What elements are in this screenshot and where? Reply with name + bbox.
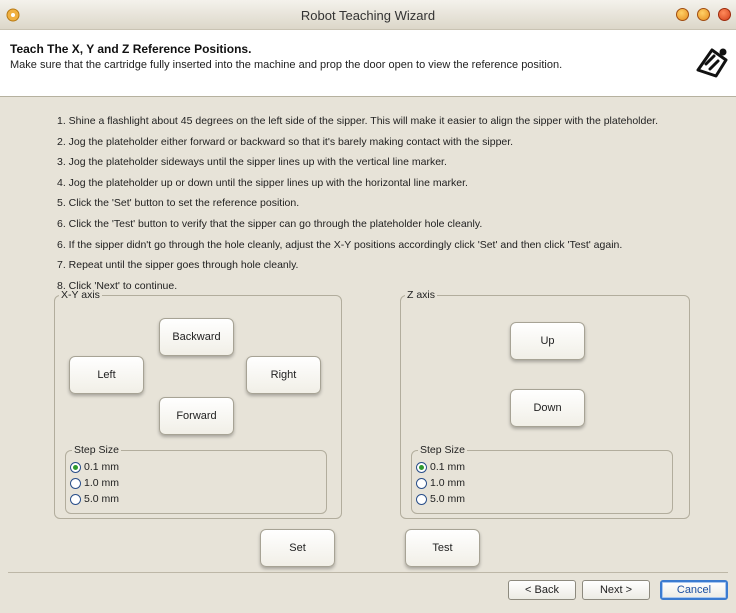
instruction-item: 4. Jog the plateholder up or down until …: [57, 176, 468, 189]
radio-unselected[interactable]: [70, 477, 81, 489]
footer-divider: [8, 572, 728, 573]
xy-step-option-5-0[interactable]: 5.0 mm: [70, 492, 119, 506]
wizard-step-title: Teach The X, Y and Z Reference Positions…: [10, 42, 252, 56]
xy-step-option-1-0[interactable]: 1.0 mm: [70, 476, 119, 490]
radio-label: 5.0 mm: [430, 493, 466, 505]
close-button[interactable]: [718, 8, 731, 21]
wizard-header: Teach The X, Y and Z Reference Positions…: [0, 30, 736, 97]
instruction-list: 1. Shine a flashlight about 45 degrees o…: [57, 113, 658, 298]
radio-label: 1.0 mm: [430, 477, 466, 489]
minimize-button[interactable]: [676, 8, 689, 21]
radio-selected[interactable]: [70, 461, 81, 473]
radio-selected[interactable]: [416, 461, 427, 473]
back-button[interactable]: < Back: [508, 580, 576, 600]
z-step-size-legend: Step Size: [420, 444, 465, 456]
left-button[interactable]: Left: [69, 356, 144, 394]
right-button[interactable]: Right: [246, 356, 321, 394]
cancel-button[interactable]: Cancel: [660, 580, 728, 600]
radio-unselected[interactable]: [416, 477, 427, 489]
z-axis-legend: Z axis: [407, 289, 436, 301]
instruction-item: 3. Jog the plateholder sideways until th…: [57, 156, 447, 169]
title-bar: Robot Teaching Wizard: [0, 0, 736, 30]
z-step-option-5-0[interactable]: 5.0 mm: [416, 492, 465, 506]
radio-label: 0.1 mm: [430, 461, 466, 473]
z-axis-group: Z axis Up Down Step Size 0.1 mm 1.0 mm 5…: [400, 289, 690, 519]
test-button[interactable]: Test: [405, 529, 480, 567]
instruction-item: 1. Shine a flashlight about 45 degrees o…: [57, 115, 659, 127]
forward-button[interactable]: Forward: [159, 397, 234, 435]
radio-label: 5.0 mm: [84, 493, 120, 505]
instruction-item: 2. Jog the plateholder either forward or…: [57, 135, 514, 148]
instruction-item: 6. If the sipper didn't go through the h…: [57, 238, 623, 251]
radio-unselected[interactable]: [70, 493, 81, 505]
cartridge-icon: [696, 48, 728, 78]
window-title: Robot Teaching Wizard: [300, 8, 436, 23]
z-step-option-1-0[interactable]: 1.0 mm: [416, 476, 465, 490]
up-button[interactable]: Up: [510, 322, 585, 360]
next-button[interactable]: Next >: [582, 580, 650, 600]
z-step-option-0-1[interactable]: 0.1 mm: [416, 460, 465, 474]
radio-unselected[interactable]: [416, 493, 427, 505]
instruction-item: 6. Click the 'Test' button to verify tha…: [57, 217, 483, 230]
xy-step-size-legend: Step Size: [74, 444, 119, 456]
xy-step-option-0-1[interactable]: 0.1 mm: [70, 460, 119, 474]
xy-step-size-group: Step Size 0.1 mm 1.0 mm 5.0 mm: [65, 444, 327, 514]
maximize-button[interactable]: [697, 8, 710, 21]
xy-axis-legend: X-Y axis: [61, 289, 100, 301]
z-step-size-group: Step Size 0.1 mm 1.0 mm 5.0 mm: [411, 444, 673, 514]
xy-axis-group: X-Y axis Backward Left Right Forward Ste…: [54, 289, 342, 519]
instruction-item: 7. Repeat until the sipper goes through …: [57, 259, 299, 272]
radio-label: 0.1 mm: [84, 461, 120, 473]
set-button[interactable]: Set: [260, 529, 335, 567]
instruction-item: 5. Click the 'Set' button to set the ref…: [57, 197, 300, 210]
wizard-step-subtitle: Make sure that the cartridge fully inser…: [10, 59, 563, 71]
radio-label: 1.0 mm: [84, 477, 120, 489]
down-button[interactable]: Down: [510, 389, 585, 427]
backward-button[interactable]: Backward: [159, 318, 234, 356]
